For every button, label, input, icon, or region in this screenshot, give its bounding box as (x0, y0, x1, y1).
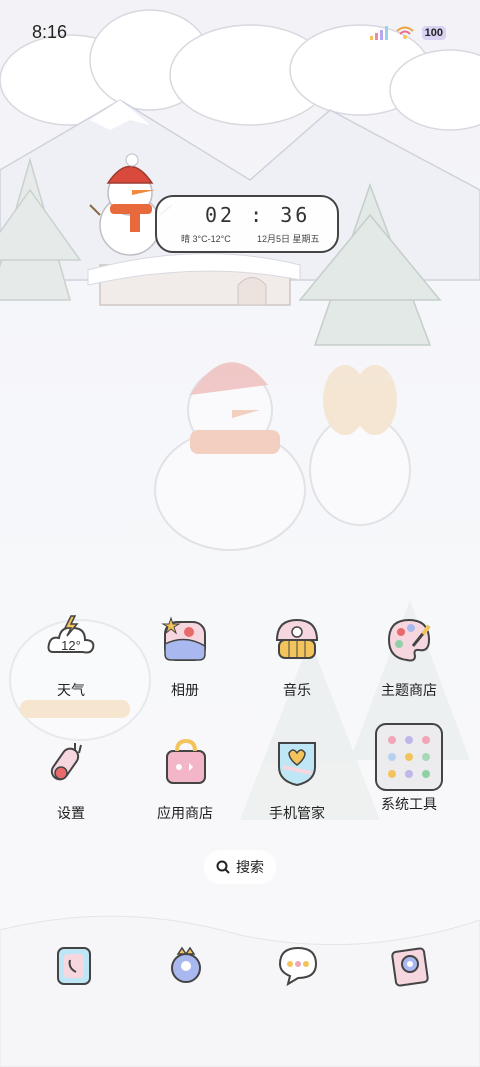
app-phone-manager[interactable]: 手机管家 (252, 737, 342, 823)
contacts-icon (171, 946, 201, 983)
app-label: 主题商店 (381, 682, 437, 698)
app-theme-store[interactable]: 主题商店 (364, 614, 454, 700)
widget-date: 12月5日 星期五 (257, 234, 320, 244)
weather-icon: 12° (45, 614, 97, 666)
dock-phone[interactable] (52, 944, 96, 988)
app-label: 系统工具 (381, 796, 437, 812)
status-icons: 100 (369, 26, 446, 40)
app-label: 音乐 (283, 682, 311, 698)
app-label: 天气 (57, 682, 85, 698)
app-label: 相册 (171, 682, 199, 698)
gallery-icon (159, 614, 211, 666)
wallpaper (0, 9, 480, 1067)
clock-weather-widget[interactable]: 02 : 36 晴 3°C-12°C 12月5日 星期五 (155, 195, 339, 253)
status-time: 8:16 (32, 22, 68, 42)
dock-contacts[interactable] (164, 944, 208, 988)
app-gallery[interactable]: 相册 (140, 614, 230, 700)
settings-icon (45, 737, 97, 789)
battery-indicator: 100 (421, 26, 446, 40)
music-icon (271, 614, 323, 666)
app-system-tools-folder[interactable]: 系统工具 (364, 722, 454, 814)
signal-icon (369, 26, 388, 40)
app-label: 应用商店 (157, 805, 213, 821)
search-button[interactable]: 搜索 (204, 850, 276, 884)
app-app-store[interactable]: 应用商店 (140, 737, 230, 823)
app-label: 设置 (57, 805, 85, 821)
camera-icon (391, 947, 429, 987)
dock-messages[interactable] (276, 944, 320, 988)
app-store-icon (159, 737, 211, 789)
system-tools-folder-icon (374, 722, 444, 792)
dock-camera[interactable] (388, 944, 432, 988)
app-weather[interactable]: 12° 天气 (26, 614, 116, 700)
wifi-icon (395, 26, 414, 39)
phone-manager-icon (271, 737, 323, 789)
phone-icon (57, 947, 91, 985)
weather-temp-badge: 12° (61, 638, 81, 653)
app-label: 手机管家 (269, 805, 325, 821)
status-bar: 8:16 100 (0, 0, 480, 66)
messages-icon (278, 946, 318, 987)
app-settings[interactable]: 设置 (26, 737, 116, 823)
widget-time: 02 : 36 (205, 203, 311, 227)
app-music[interactable]: 音乐 (252, 614, 342, 700)
widget-weather: 晴 3°C-12°C (181, 234, 231, 244)
search-label: 搜索 (236, 859, 264, 875)
theme-store-icon (383, 614, 435, 666)
search-icon (216, 860, 230, 874)
